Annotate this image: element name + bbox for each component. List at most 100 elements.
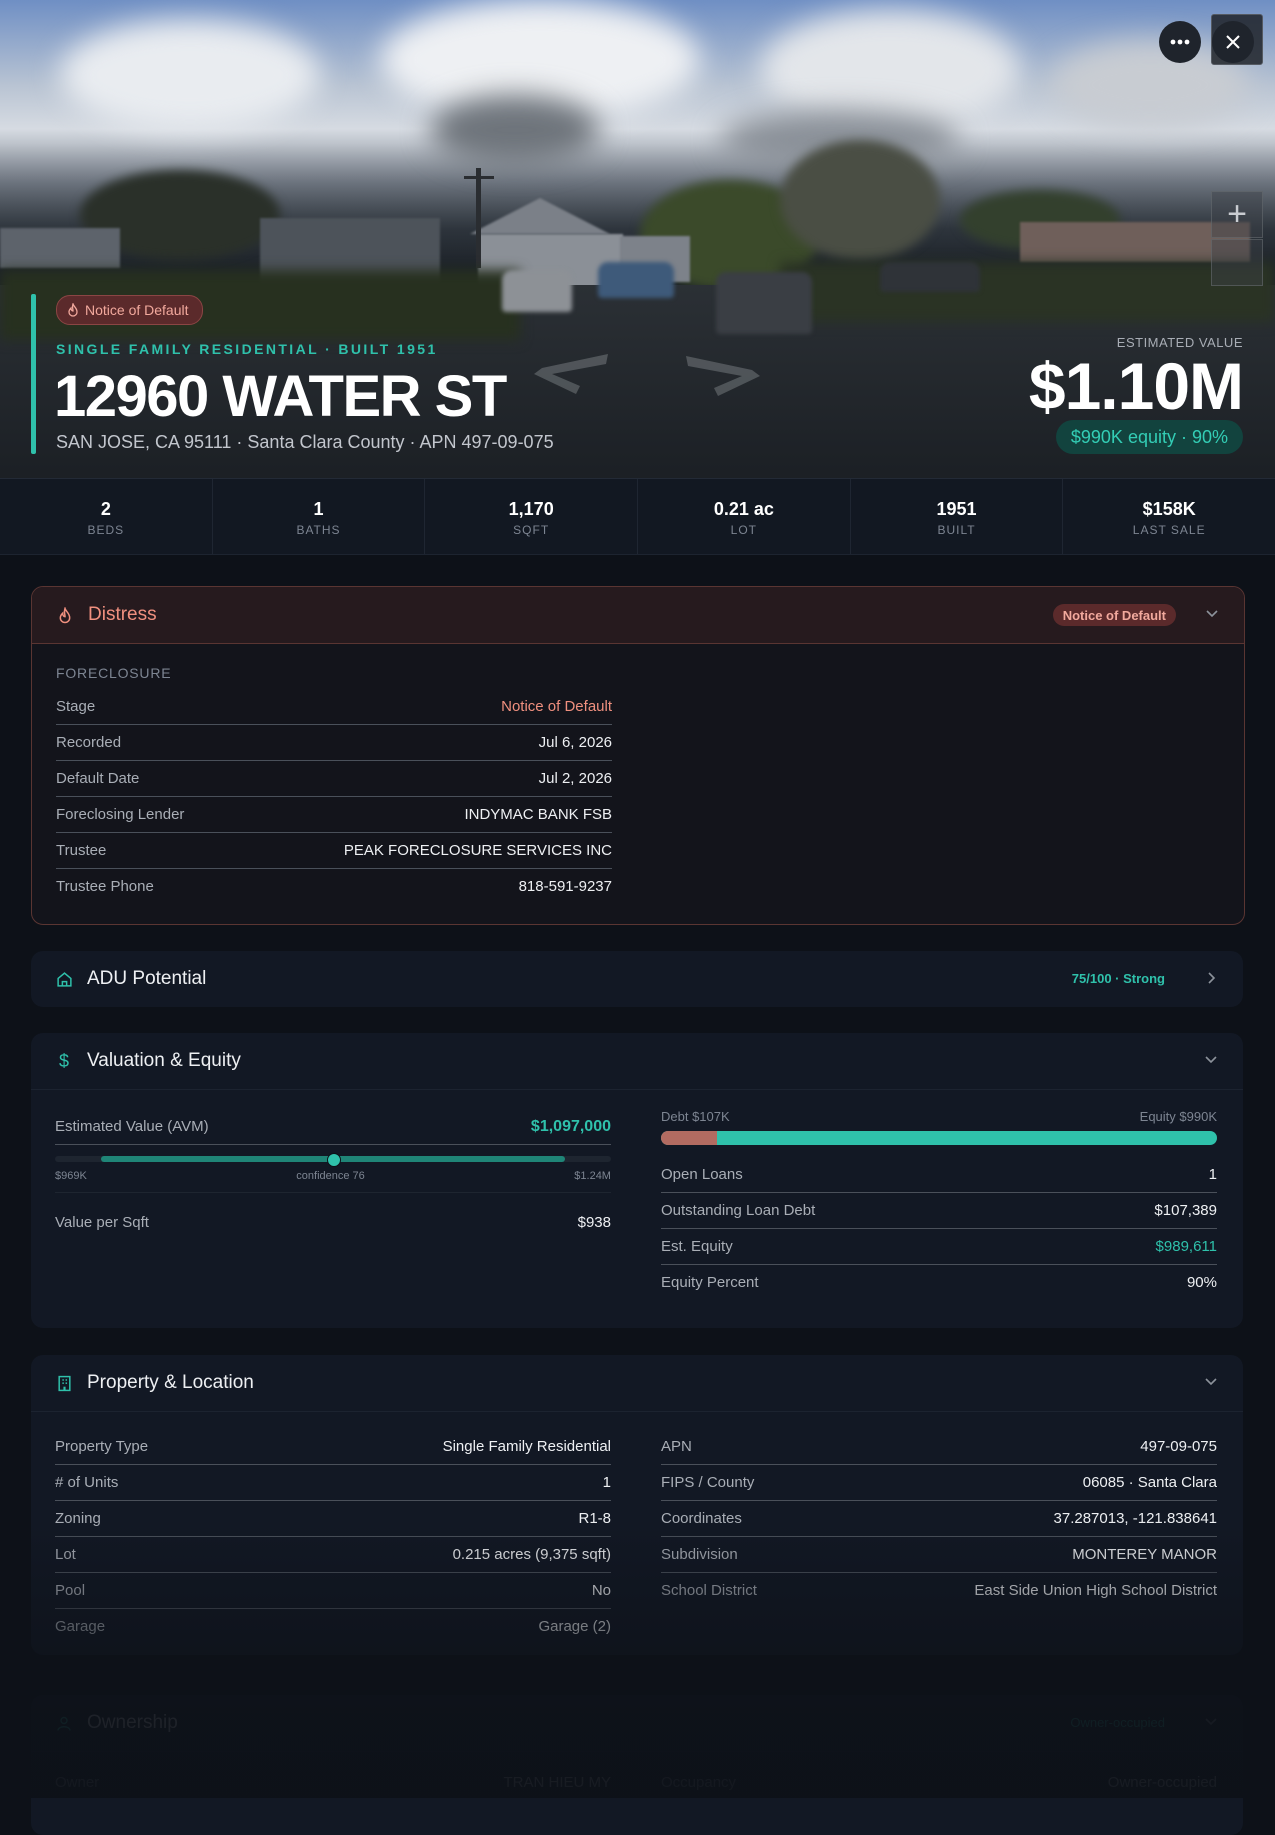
row-key: APN: [661, 1438, 692, 1455]
estimated-value: $1.10M: [1028, 349, 1244, 423]
row-key: Owner: [55, 1774, 100, 1791]
detail-row: Estimated Value (AVM) $1,097,000: [55, 1109, 611, 1145]
row-value: Owner-occupied: [1107, 1774, 1217, 1791]
avm-label: Estimated Value (AVM): [55, 1118, 209, 1135]
row-key: Equity Percent: [661, 1274, 759, 1291]
stat-lot: 0.21 ac LOT: [638, 479, 851, 554]
row-value: 90%: [1186, 1274, 1217, 1291]
detail-row: Trustee Phone 818-591-9237: [56, 869, 612, 904]
zoom-out-button[interactable]: [1211, 239, 1263, 286]
chevron-down-icon[interactable]: [1203, 1714, 1219, 1730]
flame-icon: [56, 606, 74, 624]
row-value: East Side Union High School District: [974, 1582, 1217, 1599]
foreclosure-list: Stage Notice of Default Recorded Jul 6, 20…: [56, 689, 612, 904]
row-value: 37.287013, -121.838641: [1053, 1510, 1217, 1527]
detail-row: Garage Garage (2): [55, 1609, 611, 1644]
range-low: $969K: [55, 1170, 87, 1182]
street-arrow-left-icon[interactable]: [522, 350, 612, 396]
debt-label: Debt $107K: [661, 1109, 730, 1124]
adu-title: ADU Potential: [87, 968, 207, 989]
row-key: Open Loans: [661, 1166, 743, 1183]
stat-sqft: 1,170 SQFT: [425, 479, 639, 554]
building-icon: [55, 1374, 73, 1392]
stat-value: $158K: [1142, 499, 1196, 519]
range-high: $1.24M: [574, 1170, 611, 1182]
close-icon: [1226, 35, 1240, 49]
stat-last-sale: $158K LAST SALE: [1063, 479, 1275, 554]
stat-built: 1951 BUILT: [851, 479, 1064, 554]
row-value: 497-09-075: [1140, 1438, 1217, 1455]
valuation-header[interactable]: $ Valuation & Equity: [31, 1033, 1243, 1090]
ownership-list-right: Occupancy Owner-occupied: [661, 1765, 1217, 1800]
row-value: $989,611: [1155, 1238, 1217, 1255]
distress-header[interactable]: Distress Notice of Default: [32, 587, 1244, 644]
close-button[interactable]: [1212, 21, 1254, 63]
row-key: Trustee Phone: [56, 878, 154, 895]
row-value: 06085 · Santa Clara: [1082, 1474, 1217, 1491]
stat-value: 1951: [936, 499, 977, 519]
adu-card[interactable]: ADU Potential 75/100 · Strong: [31, 951, 1243, 1007]
ownership-badge: Owner-occupied: [1070, 1715, 1165, 1730]
detail-row: Trustee PEAK FORECLOSURE SERVICES INC: [56, 833, 612, 869]
zoom-in-button[interactable]: +: [1211, 191, 1263, 238]
street-arrow-right-icon[interactable]: [682, 352, 772, 398]
detail-row: Open Loans 1: [661, 1157, 1217, 1193]
photo-roof: [470, 198, 610, 234]
row-value: $107,389: [1154, 1202, 1217, 1219]
property-list-left: Property Type Single Family Residential #…: [55, 1429, 611, 1644]
row-key: Foreclosing Lender: [56, 806, 185, 823]
row-value: Garage (2): [538, 1618, 611, 1635]
row-value: 818-591-9237: [518, 878, 612, 895]
more-options-button[interactable]: [1159, 21, 1201, 63]
detail-row: Default Date Jul 2, 2026: [56, 761, 612, 797]
detail-row: Property Type Single Family Residential: [55, 1429, 611, 1465]
equity-label: Equity $990K: [1139, 1109, 1217, 1124]
property-subtitle: SINGLE FAMILY RESIDENTIAL · BUILT 1951: [56, 341, 438, 357]
row-key: Outstanding Loan Debt: [661, 1202, 816, 1219]
row-key: Garage: [55, 1618, 106, 1635]
detail-row: Foreclosing Lender INDYMAC BANK FSB: [56, 797, 612, 833]
avm-range-bar: [55, 1153, 611, 1167]
detail-row: Occupancy Owner-occupied: [661, 1765, 1217, 1800]
row-value: $938: [577, 1214, 611, 1231]
property-card: Property & Location Property Type Single …: [31, 1355, 1243, 1655]
detail-row: Stage Notice of Default: [56, 689, 612, 725]
row-value: Jul 6, 2026: [538, 734, 612, 751]
detail-row: Equity Percent 90%: [661, 1265, 1217, 1300]
distress-badge: Notice of Default: [1052, 604, 1176, 626]
chevron-down-icon[interactable]: [1203, 1374, 1219, 1390]
section-label: FORECLOSURE: [56, 665, 172, 681]
stat-baths: 1 BATHS: [213, 479, 426, 554]
photo-house: [0, 228, 120, 268]
plus-icon: +: [1227, 195, 1247, 233]
home-icon: [55, 970, 73, 988]
row-value: TRAN HIEU MY: [503, 1774, 611, 1791]
stat-value: 0.21 ac: [713, 499, 774, 519]
stat-label: BEDS: [87, 523, 125, 537]
chevron-down-icon[interactable]: [1204, 606, 1220, 622]
property-list-right: APN 497-09-075 FIPS / County 06085 · Santa…: [661, 1429, 1217, 1608]
row-key: School District: [661, 1582, 757, 1599]
avm-range-labels: $969K confidence 76 $1.24M: [55, 1170, 611, 1182]
ownership-header[interactable]: Ownership Owner-occupied: [31, 1695, 1243, 1752]
property-header[interactable]: Property & Location: [31, 1355, 1243, 1412]
adu-header[interactable]: ADU Potential 75/100 · Strong: [31, 951, 1243, 1007]
chevron-right-icon[interactable]: [1203, 970, 1219, 986]
detail-row: # of Units 1: [55, 1465, 611, 1501]
detail-row: Value per Sqft $938: [55, 1205, 611, 1240]
detail-row: FIPS / County 06085 · Santa Clara: [661, 1465, 1217, 1501]
stat-label: LOT: [730, 523, 758, 537]
row-key: Property Type: [55, 1438, 149, 1455]
property-title: Property & Location: [87, 1372, 254, 1393]
photo-cloud: [60, 20, 320, 130]
detail-row: School District East Side Union High Scho…: [661, 1573, 1217, 1608]
row-key: # of Units: [55, 1474, 119, 1491]
flame-icon: [68, 303, 78, 317]
row-key: Coordinates: [661, 1510, 742, 1527]
row-value: R1-8: [578, 1510, 611, 1527]
detail-row: Est. Equity $989,611: [661, 1229, 1217, 1265]
row-value: Single Family Residential: [442, 1438, 611, 1455]
row-value: Jul 2, 2026: [538, 770, 612, 787]
row-value: 1: [602, 1474, 611, 1491]
chevron-down-icon[interactable]: [1203, 1052, 1219, 1068]
